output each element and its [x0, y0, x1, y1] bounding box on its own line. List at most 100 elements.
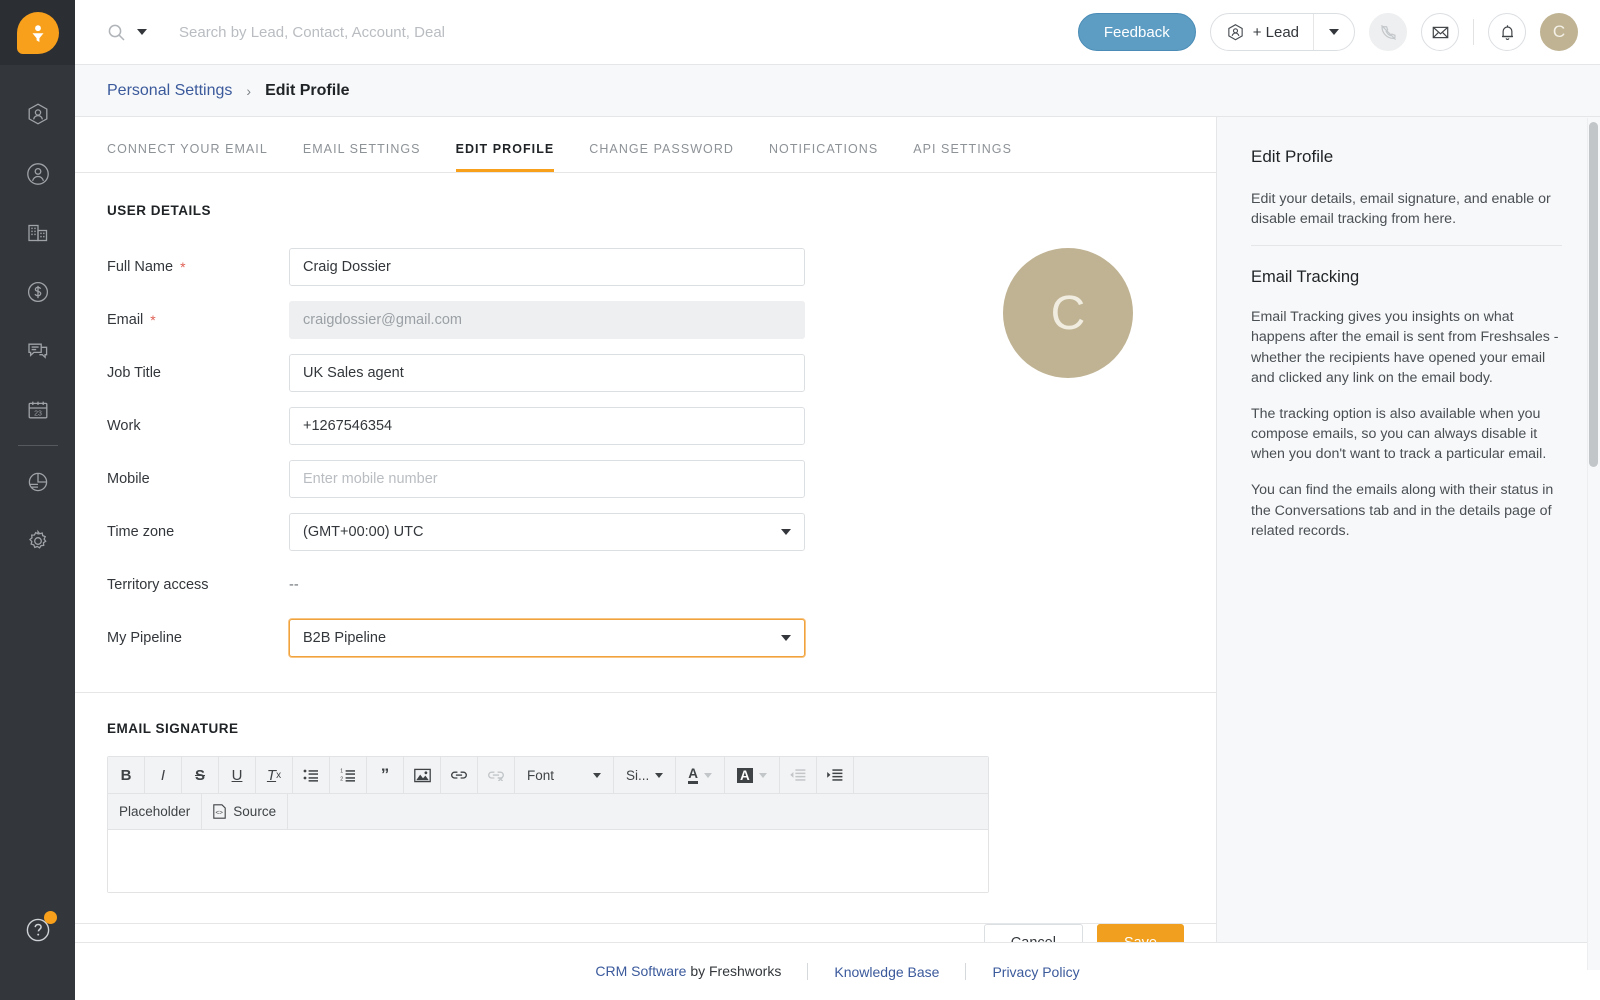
- signature-editor-body[interactable]: [108, 830, 988, 892]
- sidebar-item-leads[interactable]: [0, 85, 75, 144]
- add-lead-button[interactable]: + Lead: [1211, 14, 1313, 50]
- placeholder-button[interactable]: Placeholder: [108, 794, 203, 829]
- hexagon-person-icon: [1227, 23, 1243, 40]
- underline-button[interactable]: U: [219, 757, 256, 793]
- sidebar-item-calendar[interactable]: 23: [0, 380, 75, 439]
- crm-software-link[interactable]: CRM Software: [595, 963, 686, 979]
- required-marker: *: [180, 258, 186, 275]
- label-text: Time zone: [107, 523, 175, 540]
- circle-person-icon: [26, 162, 49, 185]
- help-button[interactable]: [0, 911, 75, 945]
- text-color-button[interactable]: A: [676, 757, 726, 793]
- search-input[interactable]: [179, 23, 639, 41]
- required-marker: *: [150, 311, 156, 328]
- field-label-job-title: Job Title: [107, 365, 289, 381]
- bold-button[interactable]: B: [108, 757, 145, 793]
- bulleted-list-button[interactable]: [293, 757, 330, 793]
- search-zone: [107, 23, 1078, 42]
- work-phone-input[interactable]: [289, 406, 805, 445]
- background-color-button[interactable]: A: [725, 757, 780, 793]
- footer-divider: [807, 963, 809, 980]
- breadcrumb-parent-link[interactable]: Personal Settings: [107, 82, 232, 100]
- footer-crm-group: CRM Software by Freshworks: [595, 963, 781, 981]
- crm-suffix-text: by Freshworks: [686, 962, 782, 979]
- field-label-my-pipeline: My Pipeline: [107, 630, 289, 646]
- tab-edit-profile[interactable]: Edit Profile: [455, 142, 555, 172]
- insert-link-button[interactable]: [441, 757, 478, 793]
- svg-text:2: 2: [340, 776, 343, 782]
- rail-divider: [17, 445, 58, 446]
- page-scrollbar-thumb[interactable]: [1589, 122, 1598, 467]
- tab-api-settings[interactable]: API Settings: [913, 142, 1012, 172]
- add-lead-dropdown-button[interactable]: [1314, 29, 1354, 35]
- mobile-input[interactable]: [289, 459, 805, 498]
- tab-connect-your-email[interactable]: Connect your email: [107, 142, 268, 172]
- field-label-email: Email *: [107, 312, 289, 328]
- phone-disabled-button[interactable]: [1369, 13, 1407, 51]
- editor-toolbar-row-1: B I S U Tx 1 2 ” Font Si... A A: [108, 757, 988, 794]
- unlink-button: [478, 757, 515, 793]
- sidebar-item-conversations[interactable]: [0, 321, 75, 380]
- numbered-list-button[interactable]: 1 2: [330, 757, 367, 793]
- insert-image-button[interactable]: [404, 757, 441, 793]
- footer-divider: [965, 963, 967, 980]
- label-text: Email: [107, 311, 144, 328]
- chevron-down-icon: [593, 772, 602, 778]
- settings-tabs: Connect your email Email Settings Edit P…: [75, 117, 1216, 173]
- sidebar-item-deals[interactable]: [0, 262, 75, 321]
- remove-format-button[interactable]: Tx: [256, 757, 293, 793]
- email-button[interactable]: [1421, 13, 1459, 51]
- content-column: Connect your email Email Settings Edit P…: [75, 117, 1217, 942]
- feedback-button[interactable]: Feedback: [1077, 13, 1196, 51]
- strikethrough-button[interactable]: S: [182, 757, 219, 793]
- page-footer: CRM Software by Freshworks Knowledge Bas…: [75, 942, 1600, 1000]
- font-size-select[interactable]: Si...: [614, 757, 677, 793]
- help-panel-divider: [1251, 245, 1562, 247]
- decrease-indent-button: [780, 757, 817, 793]
- save-button[interactable]: Save: [1096, 924, 1184, 942]
- increase-indent-button[interactable]: [817, 757, 854, 793]
- email-signature-heading: EMAIL SIGNATURE: [107, 721, 239, 736]
- notifications-button[interactable]: [1488, 13, 1526, 51]
- privacy-policy-link[interactable]: Privacy Policy: [992, 964, 1079, 980]
- my-pipeline-select[interactable]: [289, 618, 805, 657]
- font-family-select[interactable]: Font: [515, 757, 615, 793]
- territory-access-value: --: [289, 576, 299, 593]
- link-icon: [451, 771, 467, 779]
- font-family-label: Font: [527, 767, 555, 783]
- sidebar-item-reports[interactable]: [0, 452, 75, 511]
- search-scope-button[interactable]: [107, 23, 147, 42]
- field-row-time-zone: Time zone: [75, 505, 1216, 558]
- blockquote-button[interactable]: ”: [367, 757, 404, 793]
- source-button[interactable]: <> Source: [202, 794, 289, 829]
- sidebar-item-contacts[interactable]: [0, 144, 75, 203]
- app-root: 23 Search by Lead, Contact, Account, Dea…: [0, 0, 1600, 1000]
- tab-change-password[interactable]: Change Password: [589, 142, 734, 172]
- left-nav-rail: 23: [0, 0, 75, 1000]
- help-panel: Edit Profile Edit your details, email si…: [1217, 117, 1600, 942]
- user-avatar[interactable]: C: [1540, 13, 1578, 51]
- envelope-icon: [1432, 26, 1448, 38]
- freshsales-logo-icon: [16, 11, 59, 54]
- app-logo[interactable]: [0, 0, 75, 65]
- knowledge-base-link[interactable]: Knowledge Base: [834, 964, 939, 980]
- label-text: Mobile: [107, 470, 150, 487]
- sidebar-item-settings[interactable]: [0, 511, 75, 570]
- tab-email-settings[interactable]: Email Settings: [303, 142, 421, 172]
- field-row-mobile: Mobile: [75, 452, 1216, 505]
- cancel-button[interactable]: Cancel: [983, 924, 1083, 942]
- sidebar-item-accounts[interactable]: [0, 203, 75, 262]
- job-title-input[interactable]: [289, 353, 805, 392]
- signature-editor: B I S U Tx 1 2 ” Font Si... A A Placehol…: [107, 756, 989, 893]
- field-label-territory-access: Territory access: [107, 577, 289, 593]
- field-row-territory-access: Territory access --: [75, 558, 1216, 611]
- label-text: My Pipeline: [107, 629, 182, 646]
- profile-avatar[interactable]: C: [1003, 248, 1133, 378]
- full-name-input[interactable]: [289, 247, 805, 286]
- time-zone-select[interactable]: [289, 512, 805, 551]
- email-tracking-heading: Email Tracking: [1251, 268, 1360, 287]
- italic-button[interactable]: I: [145, 757, 182, 793]
- svg-text:<>: <>: [216, 809, 224, 816]
- tab-notifications[interactable]: Notifications: [769, 142, 878, 172]
